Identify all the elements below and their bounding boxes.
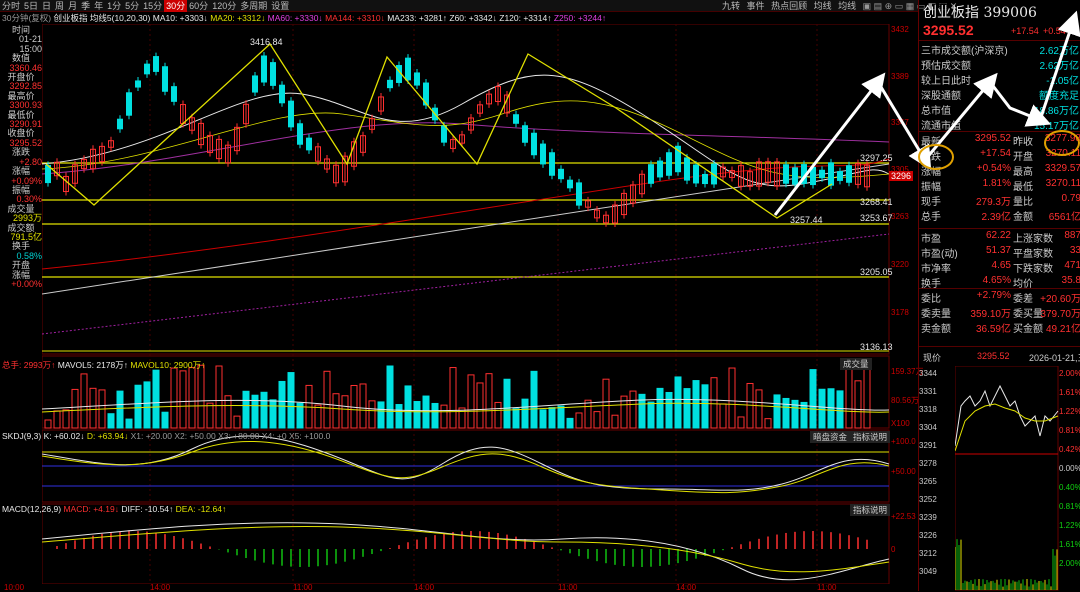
projection-arrow-up-2 [923,72,998,161]
stock-chart-app: 分时 5日日周月季年 1分 5分 15分 30分 60分 120分 多周期 设置 九转 事件 热点… [0,0,1080,592]
projection-arrow-down-2 [988,81,1052,127]
projection-arrow-up-3 [1038,10,1080,121]
projection-arrow-down-1 [876,81,932,171]
highlight-circle [1044,130,1080,156]
projection-arrow-up-1 [773,72,886,216]
annotation-overlay [773,10,1080,216]
